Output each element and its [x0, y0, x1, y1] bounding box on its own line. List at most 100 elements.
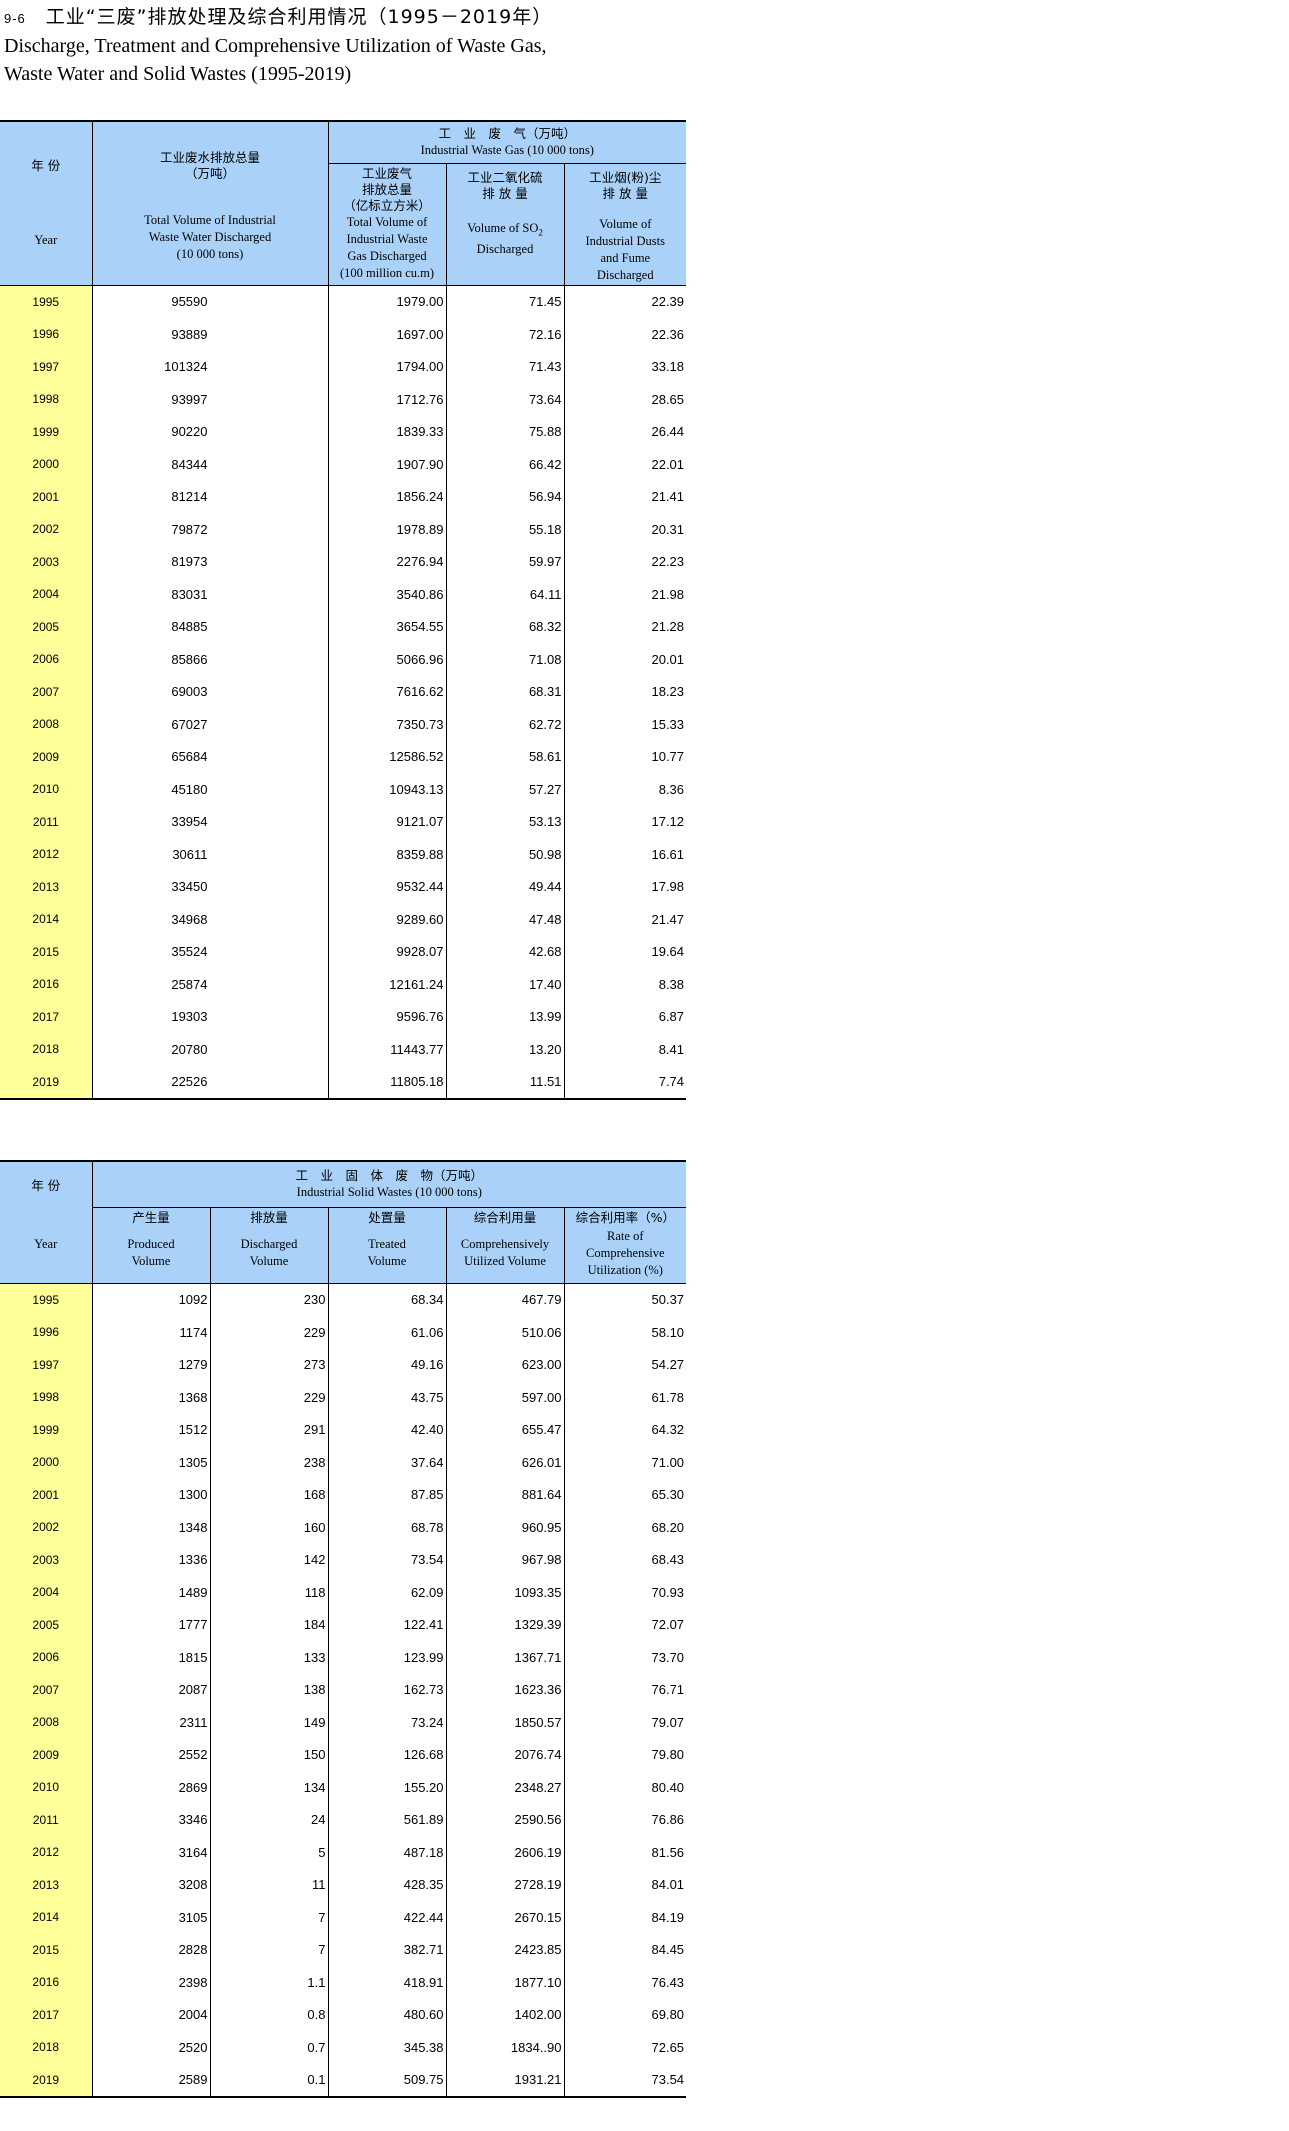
table-row: 1995 95590 1979.00 71.45 22.39 — [0, 285, 686, 318]
table-row: 2014 34968 9289.60 47.48 21.47 — [0, 903, 686, 936]
so2-cell: 71.08 — [446, 643, 565, 676]
discharged-cell: 184 — [210, 1608, 329, 1641]
dust-en3: and Fume — [600, 250, 651, 265]
produced-cell: 3346 — [92, 1803, 211, 1836]
table-row: 2000 84344 1907.90 66.42 22.01 — [0, 448, 686, 481]
gas-total-cell: 12586.52 — [328, 740, 447, 773]
year-cell: 2003 — [0, 545, 93, 578]
gas-total-cell: 10943.13 — [328, 773, 447, 806]
year-header-2-en: Year — [34, 1237, 58, 1251]
table-row: 2013 33450 9532.44 49.44 17.98 — [0, 870, 686, 903]
utilized-cell: 960.95 — [446, 1511, 565, 1544]
waste-water-cell: 79872 — [92, 513, 329, 546]
treated-cell: 62.09 — [328, 1576, 447, 1609]
gas-total-en4: (100 million cu.m) — [339, 266, 435, 280]
so2-cell: 13.99 — [446, 1000, 565, 1033]
table-row: 1998 1368 229 43.75 597.00 61.78 — [0, 1381, 686, 1414]
treated-cell: 428.35 — [328, 1868, 447, 1901]
so2-cell: 71.45 — [446, 285, 565, 318]
rate-en1: Rate of — [607, 1228, 644, 1243]
table-row: 2015 35524 9928.07 42.68 19.64 — [0, 935, 686, 968]
dust-cell: 22.39 — [651, 294, 685, 310]
table-row: 1997 101324 1794.00 71.43 33.18 — [0, 350, 686, 383]
discharged-cell: 11 — [210, 1868, 329, 1901]
so2-cell: 66.42 — [446, 448, 565, 481]
discharged-cell: 133 — [210, 1641, 329, 1674]
treated-cell: 37.64 — [328, 1446, 447, 1479]
discharged-cell: 138 — [210, 1673, 329, 1706]
so2-cell: 62.72 — [446, 708, 565, 741]
waste-water-cell: 35524 — [92, 935, 329, 968]
produced-cell: 2087 — [92, 1673, 211, 1706]
treated-cell: 68.78 — [328, 1511, 447, 1544]
year-cell: 1995 — [0, 285, 93, 318]
produced-cell: 1489 — [92, 1576, 211, 1609]
dust-cn2: 排 放 量 — [602, 185, 648, 201]
waste-water-cell: 19303 — [92, 1000, 329, 1033]
gas-total-cell: 1907.90 — [328, 448, 447, 481]
treated-cell: 480.60 — [328, 1998, 447, 2031]
treated-cell: 155.20 — [328, 1771, 447, 1804]
utilized-cell: 2728.19 — [446, 1868, 565, 1901]
treated-cell: 122.41 — [328, 1608, 447, 1641]
table-row: 2019 22526 11805.18 11.51 7.74 — [0, 1065, 686, 1099]
rate-cell: 64.32 — [651, 1422, 685, 1438]
table-row: 1996 1174 229 61.06 510.06 58.10 — [0, 1316, 686, 1349]
table-row: 2004 83031 3540.86 64.11 21.98 — [0, 578, 686, 611]
waste-water-cell: 33450 — [92, 870, 329, 903]
waste-water-gas-table: 年 份 Year 工业废水排放总量 （万吨） Total Volume of I… — [0, 120, 687, 1100]
dust-en2: Industrial Dusts — [585, 233, 666, 248]
discharged-header: 排放量 Discharged Volume — [210, 1207, 329, 1284]
produced-cn: 产生量 — [132, 1209, 170, 1225]
dust-cell: 20.01 — [651, 651, 685, 667]
year-cell: 2018 — [0, 1033, 93, 1066]
table-row: 2005 1777 184 122.41 1329.39 72.07 — [0, 1608, 686, 1641]
year-cell: 1996 — [0, 1316, 93, 1349]
year-cell: 2001 — [0, 480, 93, 513]
so2-cell: 64.11 — [446, 578, 565, 611]
utilized-cell: 1093.35 — [446, 1576, 565, 1609]
table-row: 2012 3164 5 487.18 2606.19 81.56 — [0, 1836, 686, 1869]
waste-water-cell: 67027 — [92, 708, 329, 741]
discharged-cell: 0.1 — [210, 2063, 329, 2097]
utilized-cell: 967.98 — [446, 1543, 565, 1576]
year-cell: 1998 — [0, 1381, 93, 1414]
gas-total-cell: 9289.60 — [328, 903, 447, 936]
waste-gas-group-en: Industrial Waste Gas (10 000 tons) — [420, 142, 594, 157]
produced-cell: 1512 — [92, 1413, 211, 1446]
so2-cell: 11.51 — [446, 1065, 565, 1099]
year-cell: 2003 — [0, 1543, 93, 1576]
rate-cell: 68.43 — [651, 1552, 685, 1568]
treated-cell: 345.38 — [328, 2031, 447, 2064]
rate-cell: 79.07 — [651, 1714, 685, 1730]
treated-cell: 87.85 — [328, 1478, 447, 1511]
discharged-cn: 排放量 — [250, 1209, 288, 1225]
table-row: 2007 2087 138 162.73 1623.36 76.71 — [0, 1673, 686, 1706]
discharged-en2: Volume — [249, 1253, 289, 1268]
gas-total-cell: 12161.24 — [328, 968, 447, 1001]
utilized-en2: Utilized Volume — [464, 1253, 546, 1268]
so2-cn2: 排 放 量 — [482, 185, 528, 201]
treated-cell: 49.16 — [328, 1348, 447, 1381]
produced-cell: 2520 — [92, 2031, 211, 2064]
waste-water-cell: 83031 — [92, 578, 329, 611]
year-cell: 1996 — [0, 318, 93, 351]
year-cell: 2005 — [0, 1608, 93, 1641]
waste-water-cell: 84344 — [92, 448, 329, 481]
gas-total-cell: 3654.55 — [328, 610, 447, 643]
year-header-2: 年 份 Year — [0, 1161, 93, 1284]
title-cn-text: 工业“三废”排放处理及综合利用情况（1995－2019年） — [45, 6, 553, 28]
treated-cell: 418.91 — [328, 1966, 447, 1999]
year-cell: 1997 — [0, 350, 93, 383]
gas-total-cell: 1978.89 — [328, 513, 447, 546]
table-row: 2002 1348 160 68.78 960.95 68.20 — [0, 1511, 686, 1544]
so2-cell: 17.40 — [446, 968, 565, 1001]
dust-cell: 22.23 — [651, 554, 685, 570]
title-block: 9-6 工业“三废”排放处理及综合利用情况（1995－2019年） Dischar… — [4, 4, 552, 88]
year-cell: 2012 — [0, 1836, 93, 1869]
year-cell: 2009 — [0, 740, 93, 773]
gas-total-cell: 9596.76 — [328, 1000, 447, 1033]
waste-water-cell: 84885 — [92, 610, 329, 643]
table-row: 2013 3208 11 428.35 2728.19 84.01 — [0, 1868, 686, 1901]
rate-cell: 76.71 — [651, 1682, 685, 1698]
